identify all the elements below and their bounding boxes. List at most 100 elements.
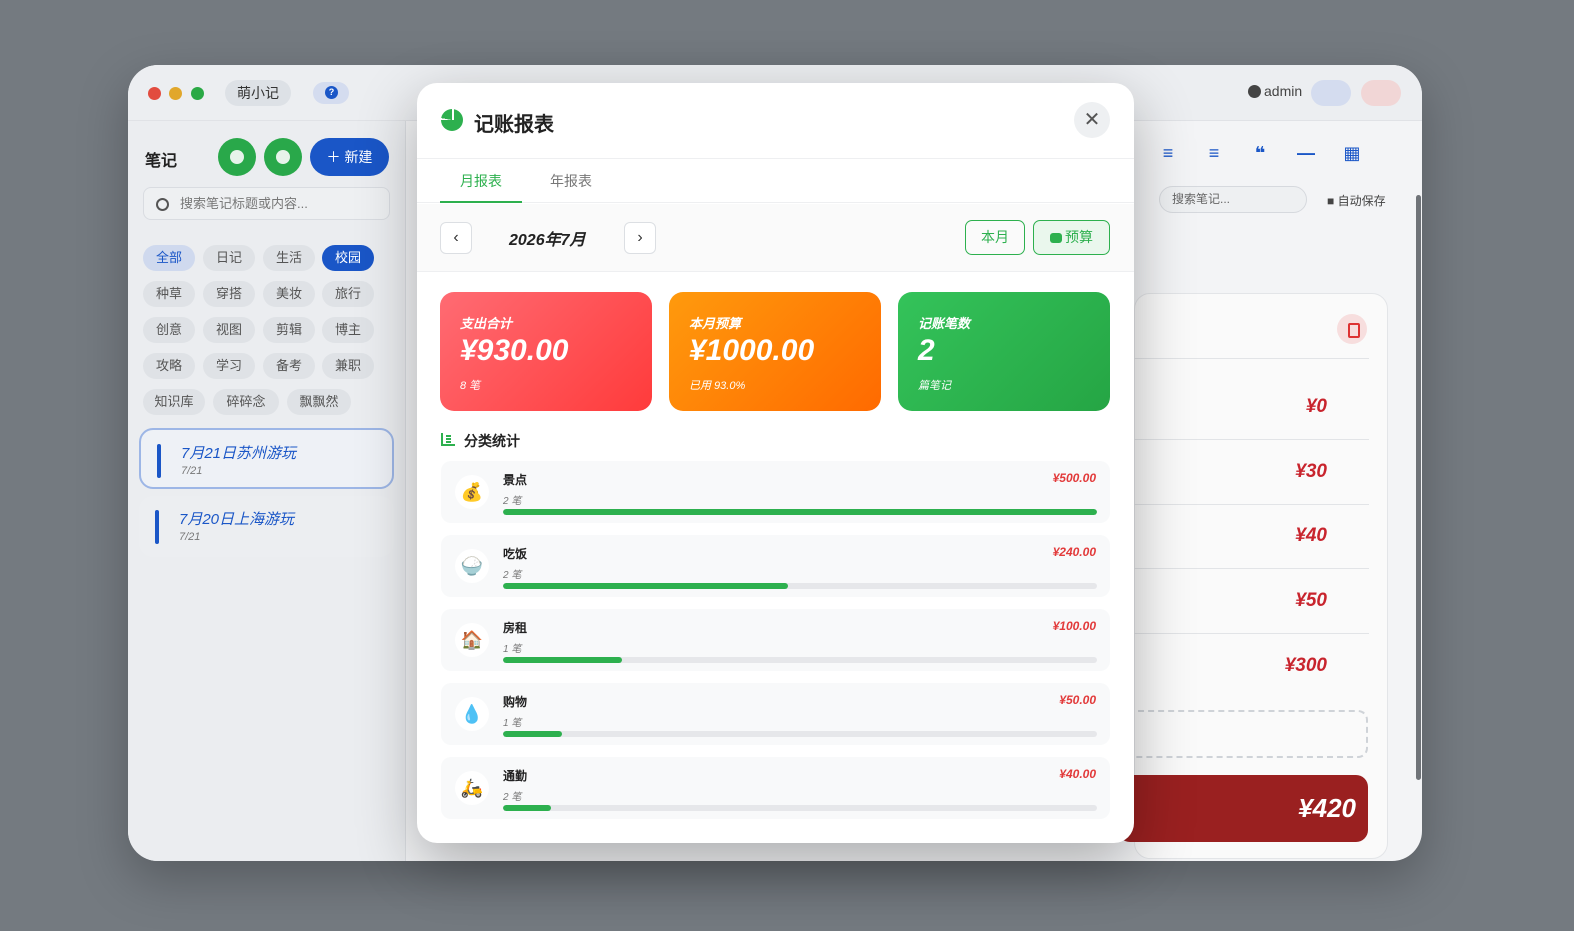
username: admin <box>1264 83 1303 99</box>
minimize-window-dot[interactable] <box>169 87 182 100</box>
tag-chip[interactable]: 创意 <box>143 317 195 343</box>
tag-chip[interactable]: 旅行 <box>322 281 374 307</box>
category-name: 购物 <box>503 695 528 709</box>
autosave-status: ■ 自动保存 <box>1327 194 1386 208</box>
category-progress <box>503 509 1097 515</box>
category-row: 💧 购物 1 笔 ¥50.00 <box>441 683 1110 745</box>
app-title: 萌小记 <box>225 80 291 106</box>
align-center-icon[interactable]: ≡ <box>1158 143 1178 163</box>
add-entry-area[interactable] <box>1118 710 1368 758</box>
note-accent-bar <box>155 510 159 544</box>
ledger-total: ¥420 <box>1118 775 1368 842</box>
coins-icon <box>1050 233 1062 243</box>
editor-search-input[interactable]: 搜索笔记... <box>1159 186 1307 213</box>
category-progress <box>503 731 1097 737</box>
report-button[interactable] <box>264 138 302 176</box>
category-count: 1 笔 <box>503 718 522 729</box>
quote-icon[interactable]: ❝ <box>1250 143 1270 163</box>
tag-chip[interactable]: 知识库 <box>143 389 205 415</box>
horizontal-rule-icon[interactable]: — <box>1296 143 1316 163</box>
this-month-button[interactable]: 本月 <box>965 220 1025 255</box>
entry-count-card: 记账笔数 2 篇笔记 <box>898 292 1110 411</box>
card-value: ¥1000.00 <box>689 334 815 367</box>
delete-icon[interactable] <box>1337 314 1367 344</box>
ledger-amount: ¥50 <box>1295 590 1327 611</box>
category-count: 2 笔 <box>503 792 522 803</box>
modal-header: 记账报表 ✕ <box>417 83 1134 159</box>
ledger-amount: ¥40 <box>1295 525 1327 546</box>
category-count: 1 笔 <box>503 644 522 655</box>
database-button[interactable] <box>218 138 256 176</box>
report-modal: 记账报表 ✕ 月报表 年报表 ‹ 2026年7月 › 本月 预算 支出合计 ¥9… <box>417 83 1134 843</box>
report-tabs: 月报表 年报表 <box>417 159 1134 203</box>
tag-chip[interactable]: 飘飘然 <box>287 389 351 415</box>
card-label: 本月预算 <box>689 316 742 331</box>
tag-chip[interactable]: 穿搭 <box>203 281 255 307</box>
note-date: 7/21 <box>181 465 203 477</box>
rice-bowl-icon: 🍚 <box>455 549 489 583</box>
tag-chip[interactable]: 学习 <box>203 353 255 379</box>
note-title: 7月21日苏州游玩 <box>181 445 297 462</box>
next-month-button[interactable]: › <box>624 222 656 254</box>
close-window-dot[interactable] <box>148 87 161 100</box>
tag-chip[interactable]: 兼职 <box>322 353 374 379</box>
new-note-button[interactable]: ＋ 新建 <box>310 138 389 176</box>
tag-chip[interactable]: 全部 <box>143 245 195 271</box>
tag-chip[interactable]: 备考 <box>263 353 315 379</box>
tag-chip[interactable]: 种草 <box>143 281 195 307</box>
note-date: 7/21 <box>179 531 201 543</box>
budget-label: 预算 <box>1065 229 1093 245</box>
category-section-title: 分类统计 <box>464 433 520 449</box>
category-count: 2 笔 <box>503 570 522 581</box>
category-row: 🛵 通勤 2 笔 ¥40.00 <box>441 757 1110 819</box>
category-progress-fill <box>503 657 622 663</box>
tab-yearly[interactable]: 年报表 <box>530 159 612 203</box>
table-icon[interactable]: ▦ <box>1342 143 1362 163</box>
tag-chip[interactable]: 日记 <box>203 245 255 271</box>
prev-month-button[interactable]: ‹ <box>440 222 472 254</box>
tag-chip[interactable]: 攻略 <box>143 353 195 379</box>
divider <box>1134 358 1369 359</box>
key-button[interactable] <box>1311 80 1351 106</box>
expense-total-card: 支出合计 ¥930.00 8 笔 <box>440 292 652 411</box>
category-amount: ¥50.00 <box>1059 693 1096 707</box>
sidebar-title: 笔记 <box>145 153 178 170</box>
money-bag-icon: 💰 <box>455 475 489 509</box>
category-progress-fill <box>503 583 789 589</box>
card-label: 记账笔数 <box>918 316 971 331</box>
note-item[interactable]: 7月21日苏州游玩 7/21 <box>139 428 394 489</box>
tag-chip[interactable]: 生活 <box>263 245 315 271</box>
close-icon[interactable]: ✕ <box>1074 102 1110 138</box>
editor-scrollbar[interactable] <box>1416 195 1421 780</box>
budget-button[interactable]: 预算 <box>1033 220 1110 255</box>
note-search-input[interactable]: 搜索笔记标题或内容... <box>143 187 390 220</box>
divider <box>1134 439 1369 440</box>
user-icon <box>1248 84 1261 98</box>
tag-chip[interactable]: 视图 <box>203 317 255 343</box>
autosave-label: 自动保存 <box>1337 194 1386 208</box>
tag-chip[interactable]: 剪辑 <box>263 317 315 343</box>
help-button[interactable]: ? <box>313 82 349 104</box>
note-item[interactable]: 7月20日上海游玩 7/21 <box>139 496 394 557</box>
budget-card: 本月预算 ¥1000.00 已用 93.0% <box>669 292 881 411</box>
category-name: 通勤 <box>503 769 528 783</box>
tag-chip[interactable]: 碎碎念 <box>213 389 279 415</box>
card-sub: 已用 93.0% <box>689 380 746 392</box>
note-title: 7月20日上海游玩 <box>179 511 295 528</box>
help-icon: ? <box>325 86 338 99</box>
user-badge: admin <box>1248 83 1302 99</box>
maximize-window-dot[interactable] <box>191 87 204 100</box>
note-accent-bar <box>157 444 161 478</box>
align-right-icon[interactable]: ≡ <box>1204 143 1224 163</box>
sidebar: 笔记 ＋ 新建 搜索笔记标题或内容... 全部 日记 生活 校园 种草 穿搭 美… <box>128 121 406 861</box>
tag-chip[interactable]: 校园 <box>322 245 374 271</box>
tab-monthly[interactable]: 月报表 <box>440 159 522 203</box>
tag-chip[interactable]: 博主 <box>322 317 374 343</box>
card-sub: 篇笔记 <box>918 380 951 392</box>
category-amount: ¥240.00 <box>1052 545 1096 559</box>
tag-chip[interactable]: 美妆 <box>263 281 315 307</box>
logout-button[interactable] <box>1361 80 1401 106</box>
category-progress <box>503 805 1097 811</box>
divider <box>1134 568 1369 569</box>
ledger-amount: ¥30 <box>1295 461 1327 482</box>
